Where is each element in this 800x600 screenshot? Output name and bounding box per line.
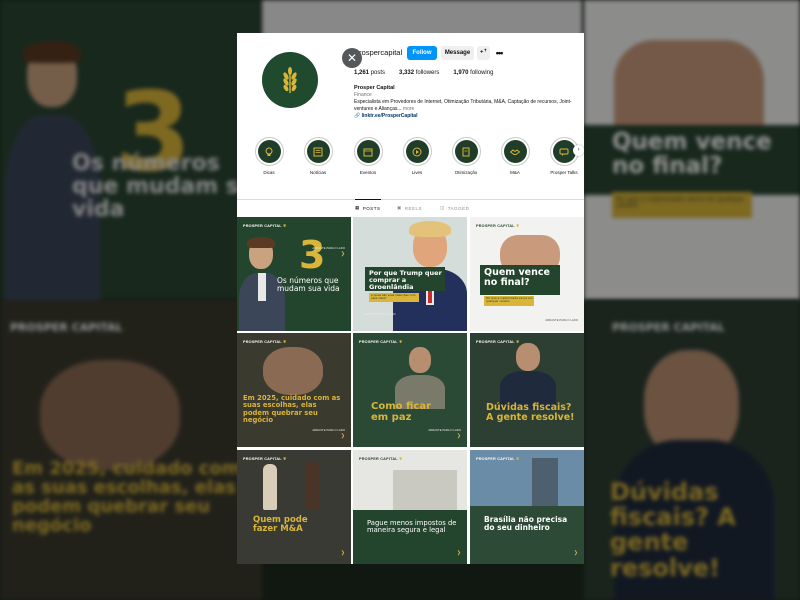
chevron-right-icon: ›	[577, 147, 580, 153]
post-cta: ARRASTE PARA O LADO ❯	[312, 427, 345, 439]
chat-icon	[559, 148, 569, 156]
post-8[interactable]: PROSPER CAPITAL ❦ Pague menos impostos d…	[353, 450, 467, 564]
post-brand: PROSPER CAPITAL ❦	[476, 224, 520, 228]
posts-stat: 1,261 posts	[354, 70, 386, 76]
post-headline: Quem vence no final?	[484, 267, 550, 289]
post-8-chart-image	[393, 470, 457, 510]
highlight-prosper-talks[interactable]: Prosper Talks	[544, 137, 584, 175]
post-cta: ARRASTE PARA O LADO ❯	[428, 427, 461, 439]
highlight-otimizacao[interactable]: Otimização	[446, 137, 486, 175]
avatar[interactable]	[262, 52, 318, 108]
handshake-icon	[509, 148, 521, 155]
highlight-ma[interactable]: M&A	[495, 137, 535, 175]
profile-link[interactable]: 🔗 linktr.ee/ProsperCapital	[354, 113, 580, 120]
post-headline: Os números que mudam sua vida	[277, 276, 340, 294]
post-brand: PROSPER CAPITAL ❦	[359, 340, 403, 344]
tab-posts[interactable]: ▦ POSTS	[355, 199, 381, 211]
post-3[interactable]: PROSPER CAPITAL ❦ Quem vence no final? P…	[470, 217, 584, 331]
post-subline: e quais são suas intenções com essa idei…	[371, 293, 416, 301]
post-brand: PROSPER CAPITAL ❦	[359, 457, 403, 461]
post-1[interactable]: PROSPER CAPITAL ❦ 3 Os números que mudam…	[237, 217, 351, 331]
post-headline: Pague menos impostos de maneira segura e…	[367, 519, 457, 535]
lightbulb-icon	[265, 147, 273, 156]
display-name: Prosper Capital	[354, 85, 395, 91]
post-7-chess-piece-white	[263, 464, 277, 510]
post-6[interactable]: PROSPER CAPITAL ❦ Dúvidas fiscais? A gen…	[470, 333, 584, 447]
newspaper-icon	[313, 147, 323, 156]
post-6-person-image	[500, 343, 556, 409]
post-headline: Quem pode fazer M&A	[253, 515, 308, 535]
post-headline: Dúvidas fiscais? A gente resolve!	[486, 402, 575, 424]
more-options-button[interactable]: •••	[493, 46, 505, 60]
post-cta: ❯	[573, 549, 578, 556]
post-headline: Por que Trump quer comprar a Groenlândia	[369, 269, 442, 292]
following-stat[interactable]: 1,970 following	[453, 70, 493, 76]
tab-tagged[interactable]: ◫ TAGGED	[440, 205, 469, 211]
profile-bio: Prosper Capital Finance Especialista em …	[354, 85, 580, 119]
post-cta: ARRASTE PARA O LADO	[363, 312, 396, 317]
highlight-eventos[interactable]: Eventos	[348, 137, 388, 175]
play-icon	[412, 147, 422, 156]
grid-icon: ▦	[355, 205, 360, 210]
profile-stats: 1,261 posts 3,332 followers 1,970 follow…	[354, 70, 493, 76]
followers-stat[interactable]: 3,332 followers	[399, 70, 439, 76]
suggest-user-button[interactable]: ⁺ꜛ	[477, 46, 490, 60]
post-headline: Em 2025, cuidado com as suas escolhas, e…	[243, 394, 341, 425]
post-headline: Brasília não precisa do seu dinheiro	[484, 515, 568, 533]
more-link[interactable]: more	[403, 106, 414, 112]
message-button[interactable]: Message	[441, 46, 474, 60]
post-cta: ARRASTE PARA O LADO	[545, 318, 578, 323]
post-brand: PROSPER CAPITAL ❦	[243, 340, 287, 344]
post-brand: PROSPER CAPITAL ❦	[243, 224, 287, 228]
category: Finance	[354, 92, 372, 99]
reels-icon: ▣	[397, 205, 402, 210]
highlight-lives[interactable]: Lives	[397, 137, 437, 175]
posts-grid: PROSPER CAPITAL ❦ 3 Os números que mudam…	[237, 217, 584, 564]
close-button[interactable]: ✕	[342, 48, 362, 68]
story-highlights: Dicas Notícias Eventos Lives Otimização …	[237, 137, 584, 182]
post-7-chess-piece-black	[305, 462, 319, 510]
profile-modal: prospercapital Follow Message ⁺ꜛ ••• 1,2…	[237, 33, 584, 564]
document-icon	[462, 147, 470, 156]
tab-reels[interactable]: ▣ REELS	[397, 205, 422, 211]
add-user-icon: ⁺ꜛ	[479, 50, 488, 57]
post-4-person-image	[263, 347, 323, 395]
highlights-next-button[interactable]: ›	[573, 145, 584, 156]
post-4[interactable]: PROSPER CAPITAL ❦ Em 2025, cuidado com a…	[237, 333, 351, 447]
post-cta: ARRASTE PARA O LADO ❯	[312, 245, 345, 257]
post-subline: Por que a criptomoeda vence em qualquer …	[486, 296, 533, 304]
post-9[interactable]: PROSPER CAPITAL ❦ Brasília não precisa d…	[470, 450, 584, 564]
post-cta: ❯	[456, 549, 461, 556]
highlight-dicas[interactable]: Dicas	[249, 137, 289, 175]
wheat-logo-icon	[283, 67, 297, 93]
follow-button[interactable]: Follow	[407, 46, 437, 60]
highlight-noticias[interactable]: Notícias	[298, 137, 338, 175]
post-2[interactable]: Por que Trump quer comprar a Groenlândia…	[353, 217, 467, 331]
ellipsis-icon: •••	[495, 48, 504, 58]
bio-text: Especialista em Provedores de Internet, …	[354, 99, 572, 112]
post-5[interactable]: PROSPER CAPITAL ❦ Como ficar em paz ARRA…	[353, 333, 467, 447]
post-headline: Como ficar em paz	[371, 401, 431, 423]
username: prospercapital	[355, 48, 403, 57]
post-brand: PROSPER CAPITAL ❦	[243, 457, 287, 461]
post-7[interactable]: PROSPER CAPITAL ❦ Quem pode fazer M&A ❯	[237, 450, 351, 564]
calendar-icon	[363, 148, 373, 156]
post-cta: ❯	[340, 549, 345, 556]
content-tabs: ▦ POSTS ▣ REELS ◫ TAGGED	[237, 199, 584, 216]
post-brand: PROSPER CAPITAL ❦	[476, 457, 520, 461]
post-5-person-image	[395, 347, 445, 409]
tagged-icon: ◫	[440, 205, 445, 210]
